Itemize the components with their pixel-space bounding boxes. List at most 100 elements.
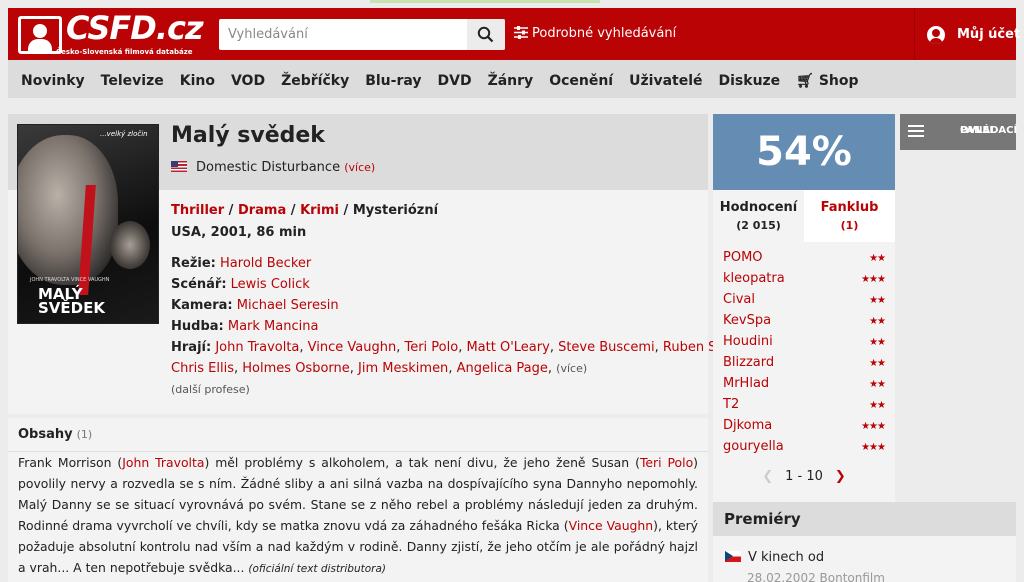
nav-item-zanry[interactable]: Žánry: [488, 73, 534, 89]
main-nav: Novinky Televize Kino VOD Žebříčky Blu-r…: [8, 60, 1016, 98]
user-link[interactable]: Blizzard: [723, 355, 774, 370]
nav-shop-label: Shop: [818, 73, 859, 89]
rating-stars: ★★★: [861, 274, 886, 285]
director-link[interactable]: Harold Becker: [220, 256, 311, 271]
nav-item-oceneni[interactable]: Ocenění: [549, 73, 613, 89]
writing-label: Scénář:: [171, 277, 227, 292]
cast-link[interactable]: John Travolta: [215, 340, 299, 355]
user-rating-row: T2 ★★: [723, 397, 887, 418]
rating-stars: ★★: [869, 358, 886, 369]
user-rating-row: Cival ★★: [723, 292, 887, 313]
nav-item-zebricky[interactable]: Žebříčky: [281, 73, 349, 89]
plot-actor-link[interactable]: Vince Vaughn: [569, 518, 654, 533]
film-box: ...velký zločin JOHN TRAVOLTA VINCE VAUG…: [8, 114, 820, 414]
rating-box: 54% Hodnocení (2 015) Fanklub (1) POMO ★★…: [713, 114, 895, 506]
user-rating-row: Houdini ★★: [723, 334, 887, 355]
menu-icon: [908, 125, 924, 137]
premiere-label: V kinech od: [748, 550, 825, 565]
user-rating-row: kleopatra ★★★: [723, 271, 887, 292]
genre-link[interactable]: Krimi: [300, 203, 339, 218]
rating-stars: ★★: [869, 316, 886, 327]
poster-face: [18, 135, 118, 285]
user-link[interactable]: gouryella: [723, 439, 784, 454]
premiere-date: 28.02.2002 Bontonfilm: [747, 571, 885, 582]
user-link[interactable]: Djkoma: [723, 418, 772, 433]
control-panel-button[interactable]: OVLÁDACÍ PANEL: [900, 114, 1017, 150]
film-origin: USA, 2001, 86 min: [171, 225, 307, 240]
cast-more-link[interactable]: (více): [556, 362, 587, 375]
cast-link[interactable]: Matt O'Leary: [466, 340, 549, 355]
us-flag-icon: [171, 161, 187, 172]
tab-ratings-label: Hodnocení: [719, 200, 798, 215]
music-link[interactable]: Mark Mancina: [228, 319, 319, 334]
nav-item-kino[interactable]: Kino: [180, 73, 215, 89]
ratings-pager: ❮ 1 - 10 ❯: [713, 469, 895, 484]
genres: Thriller / Drama / Krimi / Mysteriózní: [171, 203, 439, 218]
genre-label: Mysteriózní: [352, 203, 439, 218]
logo-text: CSFD.cz: [66, 9, 204, 47]
top-strip: [0, 0, 1024, 8]
cast-link[interactable]: Jim Meskimen: [358, 361, 448, 376]
rating-score: 54%: [713, 114, 895, 190]
cast-link[interactable]: Vince Vaughn: [308, 340, 397, 355]
user-rating-row: POMO ★★: [723, 250, 887, 271]
cast-link[interactable]: Angelica Page: [457, 361, 548, 376]
account-button[interactable]: Můj účet: [914, 8, 1020, 60]
pager-range: 1 - 10: [785, 469, 823, 484]
account-label: Můj účet: [957, 27, 1021, 42]
user-link[interactable]: POMO: [723, 250, 763, 265]
advanced-search-link[interactable]: Podrobné vyhledávání: [514, 26, 676, 41]
nav-item-uzivatele[interactable]: Uživatelé: [629, 73, 702, 89]
film-poster[interactable]: ...velký zločin JOHN TRAVOLTA VINCE VAUG…: [17, 124, 159, 324]
plot-box: Obsahy (1) Frank Morrison (John Travolta)…: [8, 418, 708, 582]
prev-page-icon: ❮: [762, 469, 774, 484]
nav-item-televize[interactable]: Televize: [101, 73, 164, 89]
premieres-heading: Premiéry: [724, 510, 801, 528]
original-title-more[interactable]: (více): [344, 161, 375, 174]
genre-link[interactable]: Drama: [238, 203, 286, 218]
plot-text: Frank Morrison (John Travolta) měl probl…: [18, 455, 699, 575]
user-link[interactable]: T2: [723, 397, 739, 412]
writer-link[interactable]: Lewis Colick: [231, 277, 310, 292]
user-link[interactable]: Cival: [723, 292, 755, 307]
user-ratings-list: POMO ★★ kleopatra ★★★ Cival ★★ KevSpa ★★ Hou…: [713, 242, 895, 506]
site-logo[interactable]: CSFD.cz Česko-Slovenská filmová databáze: [18, 9, 204, 57]
cast-link[interactable]: Chris Ellis: [171, 361, 234, 376]
more-professions-link[interactable]: (další profese): [171, 383, 250, 396]
cz-flag-icon: [725, 551, 741, 562]
user-rating-row: gouryella ★★★: [723, 439, 887, 460]
user-link[interactable]: KevSpa: [723, 313, 771, 328]
next-page-icon[interactable]: ❯: [835, 469, 846, 484]
user-link[interactable]: MrHlad: [723, 376, 769, 391]
genre-link[interactable]: Thriller: [171, 203, 224, 218]
cast-link[interactable]: Steve Buscemi: [558, 340, 655, 355]
search-input[interactable]: [219, 19, 467, 50]
plot-actor-link[interactable]: Teri Polo: [640, 455, 693, 470]
premieres-box: Premiéry V kinech od 28.02.2002 Bontonfi…: [713, 502, 1016, 582]
plot-actor-link[interactable]: John Travolta: [122, 455, 204, 470]
plot-heading: Obsahy (1): [18, 427, 93, 442]
cast-link[interactable]: Holmes Osborne: [242, 361, 349, 376]
nav-item-novinky[interactable]: Novinky: [21, 73, 85, 89]
tab-fanclub-label: Fanklub: [820, 200, 879, 215]
nav-item-dvd[interactable]: DVD: [438, 73, 472, 89]
rating-stars: ★★: [869, 400, 886, 411]
cast-link[interactable]: Teri Polo: [404, 340, 458, 355]
search-icon: [477, 26, 494, 43]
plot-header: Obsahy (1): [8, 418, 708, 452]
nav-item-shop[interactable]: 🛒︎ Shop: [796, 73, 858, 89]
search-button[interactable]: [467, 19, 505, 50]
nav-item-vod[interactable]: VOD: [231, 73, 265, 89]
user-rating-row: Djkoma ★★★: [723, 418, 887, 439]
user-link[interactable]: Houdini: [723, 334, 773, 349]
tab-ratings[interactable]: Hodnocení (2 015): [713, 190, 804, 242]
camera-label: Kamera:: [171, 298, 233, 313]
nav-item-bluray[interactable]: Blu-ray: [365, 73, 421, 89]
camera-link[interactable]: Michael Seresin: [237, 298, 339, 313]
tab-fanclub[interactable]: Fanklub (1): [804, 190, 895, 242]
rating-stars: ★★: [869, 295, 886, 306]
cart-icon: 🛒︎: [796, 73, 814, 89]
user-link[interactable]: kleopatra: [723, 271, 785, 286]
nav-item-diskuze[interactable]: Diskuze: [719, 73, 781, 89]
loading-bar: [370, 0, 600, 3]
